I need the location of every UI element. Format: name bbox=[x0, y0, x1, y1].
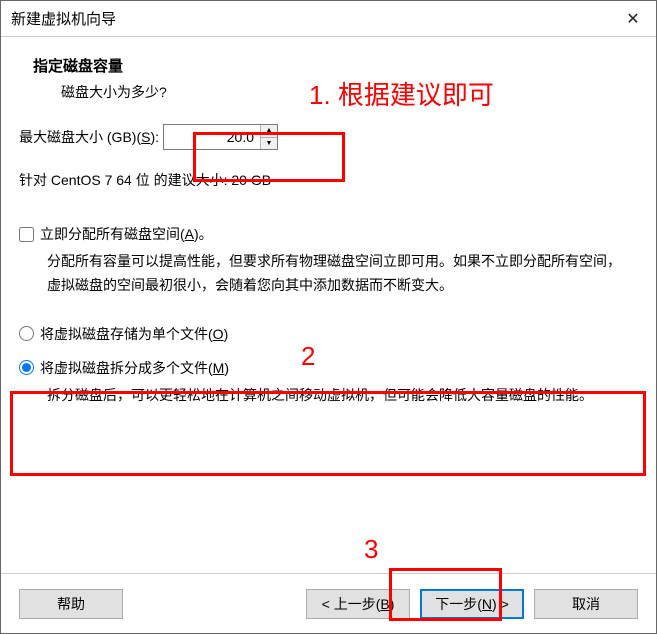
label-part: 将虚拟磁盘拆分成多个文件( bbox=[40, 360, 213, 376]
wizard-window: 新建虚拟机向导 ✕ 指定磁盘容量 磁盘大小为多少? 最大磁盘大小 (GB)(S)… bbox=[0, 0, 657, 634]
store-single-label: 将虚拟磁盘存储为单个文件(O) bbox=[40, 324, 228, 344]
help-button[interactable]: 帮助 bbox=[19, 589, 123, 619]
button-label: 下一步(N) > bbox=[435, 594, 509, 614]
cancel-button[interactable]: 取消 bbox=[534, 589, 638, 619]
label-hotkey: O bbox=[213, 326, 224, 342]
back-button[interactable]: < 上一步(B) bbox=[306, 589, 410, 619]
label-hotkey: M bbox=[213, 360, 225, 376]
label-part: ) bbox=[390, 596, 395, 612]
label-part: ) bbox=[224, 326, 229, 342]
spinner-buttons: ▲ ▼ bbox=[260, 125, 277, 149]
store-split-desc: 拆分磁盘后，可以更轻松地在计算机之间移动虚拟机，但可能会降低大容量磁盘的性能。 bbox=[19, 378, 638, 418]
disk-size-spinner[interactable]: ▲ ▼ bbox=[163, 124, 278, 150]
page-title: 指定磁盘容量 bbox=[33, 55, 632, 76]
label-hotkey: N bbox=[482, 596, 492, 612]
spinner-down-icon[interactable]: ▼ bbox=[261, 138, 277, 150]
button-label: < 上一步(B) bbox=[322, 594, 395, 614]
allocate-now-desc: 分配所有容量可以提高性能，但要求所有物理磁盘空间立即可用。如果不立即分配所有空间… bbox=[19, 244, 638, 298]
store-split-label: 将虚拟磁盘拆分成多个文件(M) bbox=[40, 358, 229, 378]
disk-size-input[interactable] bbox=[164, 125, 260, 149]
label-part: 最大磁盘大小 (GB)( bbox=[19, 129, 141, 145]
label-part: ) > bbox=[492, 596, 509, 612]
label-part: ) bbox=[224, 360, 229, 376]
window-title: 新建虚拟机向导 bbox=[11, 8, 116, 29]
label-hotkey: B bbox=[380, 596, 389, 612]
wizard-header: 指定磁盘容量 磁盘大小为多少? bbox=[1, 37, 656, 110]
titlebar: 新建虚拟机向导 ✕ bbox=[1, 1, 656, 37]
label-part: ): bbox=[150, 129, 159, 145]
page-subtitle: 磁盘大小为多少? bbox=[33, 82, 632, 102]
store-split-radio[interactable] bbox=[19, 360, 34, 375]
wizard-footer: 帮助 < 上一步(B) 下一步(N) > 取消 bbox=[1, 573, 656, 633]
button-label: 帮助 bbox=[57, 594, 85, 614]
recommended-size: 针对 CentOS 7 64 位 的建议大小: 20 GB bbox=[19, 170, 638, 190]
max-disk-size-label: 最大磁盘大小 (GB)(S): bbox=[19, 127, 159, 147]
button-label: 取消 bbox=[572, 594, 600, 614]
annotation-text-3: 3 bbox=[364, 534, 378, 565]
label-part: 下一步( bbox=[435, 596, 482, 612]
wizard-content: 最大磁盘大小 (GB)(S): ▲ ▼ 针对 CentOS 7 64 位 的建议… bbox=[1, 110, 656, 417]
allocate-now-label: 立即分配所有磁盘空间(A)。 bbox=[40, 224, 213, 244]
label-part: < 上一步( bbox=[322, 596, 381, 612]
spinner-up-icon[interactable]: ▲ bbox=[261, 125, 277, 138]
label-hotkey: A bbox=[185, 226, 194, 242]
label-part: )。 bbox=[194, 226, 213, 242]
next-button[interactable]: 下一步(N) > bbox=[420, 589, 524, 619]
label-part: 立即分配所有磁盘空间( bbox=[40, 226, 185, 242]
store-single-radio[interactable] bbox=[19, 326, 34, 341]
close-button[interactable]: ✕ bbox=[610, 1, 656, 37]
max-disk-size-row: 最大磁盘大小 (GB)(S): ▲ ▼ bbox=[19, 124, 638, 150]
label-part: 将虚拟磁盘存储为单个文件( bbox=[40, 326, 213, 342]
close-icon: ✕ bbox=[626, 9, 639, 29]
allocate-now-checkbox[interactable] bbox=[19, 227, 34, 242]
